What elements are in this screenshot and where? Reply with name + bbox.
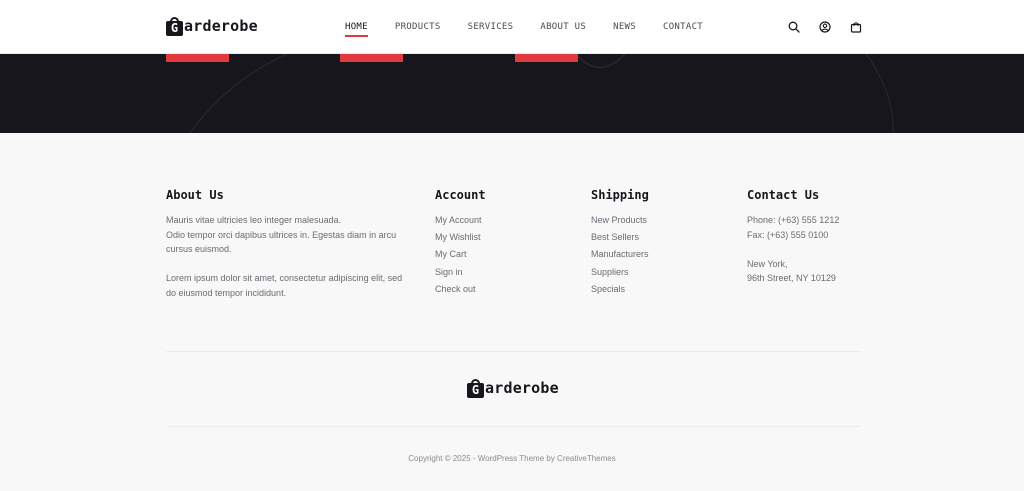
footer-divider: [166, 351, 861, 352]
account-links: My Account My Wishlist My Cart Sign in C…: [435, 212, 565, 298]
about-line: Mauris vitae ultricies leo integer males…: [166, 215, 342, 225]
nav-about-us[interactable]: ABOUT US: [540, 21, 586, 33]
footer-logo[interactable]: G arderobe: [467, 379, 559, 398]
footer-shipping: Shipping New Products Best Sellers Manuf…: [591, 188, 721, 298]
contact-phone: Phone: (+63) 555 1212: [747, 215, 840, 225]
user-icon[interactable]: [819, 21, 831, 33]
header-actions: [769, 21, 862, 33]
footer-about: About Us Mauris vitae ultricies leo inte…: [166, 188, 406, 300]
about-line: Odio tempor orci dapibus ultrices in. Eg…: [166, 229, 397, 240]
search-icon[interactable]: [788, 21, 800, 33]
nav-home[interactable]: HOME: [345, 21, 368, 37]
cart-icon[interactable]: [850, 21, 862, 33]
nav-services[interactable]: SERVICES: [468, 21, 514, 33]
footer-link-my-account[interactable]: My Account: [435, 212, 565, 229]
footer-divider: [166, 426, 861, 427]
hero-button-1[interactable]: [166, 54, 229, 62]
contact-city: New York,: [747, 258, 788, 269]
footer-link-manufacturers[interactable]: Manufacturers: [591, 246, 721, 263]
footer-link-best-sellers[interactable]: Best Sellers: [591, 229, 721, 246]
nav-products[interactable]: PRODUCTS: [395, 21, 441, 33]
about-line: cursus euismod.: [166, 244, 232, 254]
shopping-bag-logo-icon: G: [467, 379, 484, 398]
footer-about-title: About Us: [166, 188, 224, 202]
nav-contact[interactable]: CONTACT: [663, 21, 703, 33]
footer-contact: Contact Us Phone: (+63) 555 1212 Fax: (+…: [747, 188, 877, 286]
copyright-text: Copyright © 2025 - WordPress Theme by Cr…: [408, 454, 616, 463]
hero-button-2[interactable]: [340, 54, 403, 62]
footer-link-new-products[interactable]: New Products: [591, 212, 721, 229]
footer-link-suppliers[interactable]: Suppliers: [591, 264, 721, 281]
decorative-curves: [189, 54, 894, 133]
footer-link-my-wishlist[interactable]: My Wishlist: [435, 229, 565, 246]
shipping-links: New Products Best Sellers Manufacturers …: [591, 212, 721, 298]
site-header: G arderobe HOME PRODUCTS SERVICES ABOUT …: [0, 0, 1024, 54]
main-nav: HOME PRODUCTS SERVICES ABOUT US NEWS CON…: [345, 21, 730, 37]
logo-text: arderobe: [184, 17, 258, 35]
about-line: do eiusmod tempor incididunt.: [166, 287, 287, 298]
contact-fax: Fax: (+63) 555 0100: [747, 229, 829, 240]
footer-link-check-out[interactable]: Check out: [435, 281, 565, 298]
footer-link-my-cart[interactable]: My Cart: [435, 246, 565, 263]
footer-account: Account My Account My Wishlist My Cart S…: [435, 188, 565, 298]
logo-letter: G: [170, 21, 179, 35]
shopping-bag-logo-icon: G: [166, 17, 183, 36]
contact-street: 96th Street, NY 10129: [747, 273, 836, 283]
footer-contact-title: Contact Us: [747, 188, 820, 202]
about-line: Lorem ipsum dolor sit amet, consectetur …: [166, 273, 403, 283]
logo-text: arderobe: [485, 379, 559, 397]
footer-link-specials[interactable]: Specials: [591, 281, 721, 298]
footer-account-title: Account: [435, 188, 486, 202]
hero-button-3[interactable]: [515, 54, 578, 62]
site-logo[interactable]: G arderobe: [166, 17, 258, 36]
nav-news[interactable]: NEWS: [613, 21, 636, 33]
footer-link-sign-in[interactable]: Sign in: [435, 264, 565, 281]
dark-hero-band: [0, 54, 1024, 133]
footer-shipping-title: Shipping: [591, 188, 649, 202]
logo-letter: G: [471, 383, 480, 397]
